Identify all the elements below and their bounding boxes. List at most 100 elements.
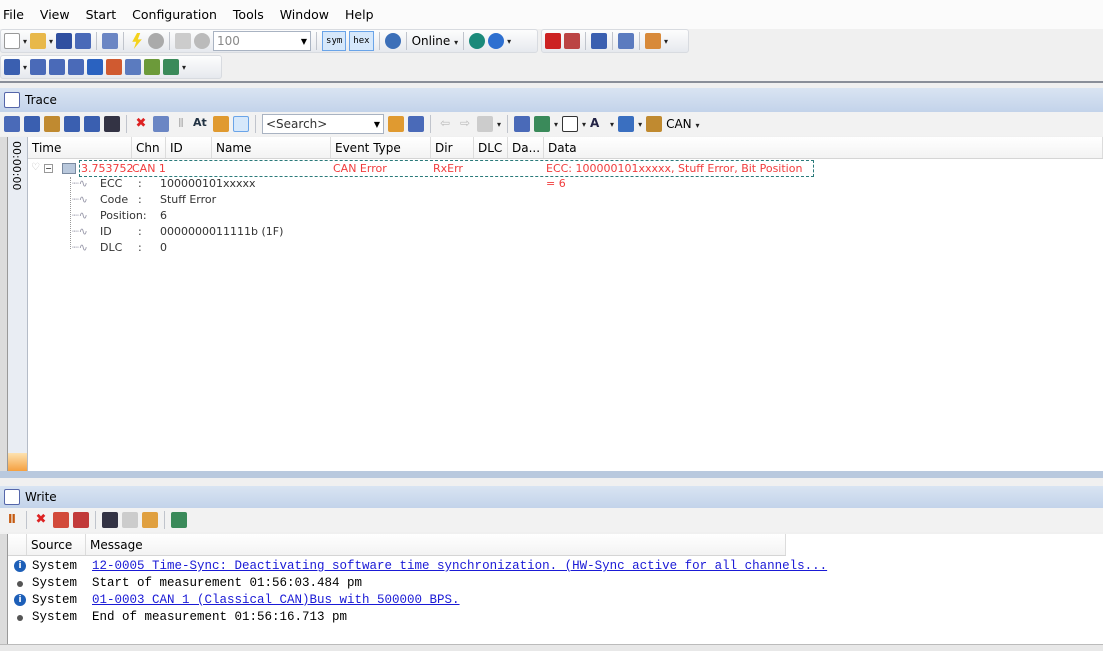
filter-icon[interactable] <box>64 116 80 132</box>
stop-icon[interactable] <box>148 33 165 49</box>
step-icon[interactable] <box>175 33 192 49</box>
menu-help[interactable]: Help <box>342 7 381 22</box>
collapse-icon[interactable]: − <box>44 164 53 173</box>
col-dlc[interactable]: DLC <box>474 137 508 158</box>
pane-splitter[interactable] <box>0 471 1103 478</box>
menu-start[interactable]: Start <box>83 7 124 22</box>
menu-view[interactable]: View <box>37 7 77 22</box>
detail-view-icon[interactable] <box>4 116 20 132</box>
marker-icon[interactable] <box>477 116 493 132</box>
col-message[interactable]: Message <box>86 534 786 555</box>
export-icon[interactable] <box>534 116 551 132</box>
col-chn[interactable]: Chn <box>132 137 166 158</box>
layout-icon[interactable] <box>514 116 531 132</box>
menu-configuration[interactable]: Configuration <box>129 7 224 22</box>
filter-remove-icon[interactable] <box>84 116 100 132</box>
break-icon[interactable] <box>194 33 211 49</box>
trace-window-icon[interactable] <box>30 59 47 75</box>
col-time[interactable]: Time <box>28 137 132 158</box>
save-as-icon[interactable] <box>75 33 92 49</box>
write-row[interactable]: System End of measurement 01:56:16.713 pm <box>8 610 1103 627</box>
edit-icon[interactable] <box>618 33 634 49</box>
col-event-type[interactable]: Event Type <box>331 137 431 158</box>
window-icon[interactable] <box>618 116 635 132</box>
menu-file[interactable]: File <box>0 7 31 22</box>
sym-toggle[interactable]: sym <box>322 31 347 51</box>
horizontal-scrollbar[interactable] <box>0 644 1103 651</box>
search-input[interactable]: <Search> ▼ <box>262 114 384 134</box>
graphics-window-icon[interactable] <box>49 59 66 75</box>
clear-icon[interactable]: ✖ <box>33 512 49 528</box>
col-data-length[interactable]: Da... <box>508 137 544 158</box>
panel-icon[interactable] <box>591 33 607 49</box>
pause-icon[interactable]: Ⅱ <box>173 116 189 132</box>
left-splitter[interactable] <box>0 137 8 471</box>
chronological-icon[interactable] <box>24 116 40 132</box>
data-window-icon[interactable] <box>125 59 142 75</box>
col-id[interactable]: ID <box>166 137 212 158</box>
configuration-icon[interactable] <box>102 33 119 49</box>
info-icon[interactable] <box>469 33 486 49</box>
can-filter-icon[interactable] <box>646 116 663 132</box>
trace-row[interactable]: ♡ − 3.753752 CAN 1 CAN Error RxErr ECC: … <box>28 160 814 190</box>
clear-page-icon[interactable] <box>53 512 69 528</box>
row-message-link[interactable]: 12-0005 Time-Sync: Deactivating software… <box>92 559 827 573</box>
autoscroll-icon[interactable] <box>213 116 229 132</box>
timeline-position-marker[interactable] <box>8 453 27 471</box>
scroll-icon[interactable] <box>44 116 60 132</box>
timeline-strip[interactable]: 00:00:00 <box>8 137 28 471</box>
hex-toggle[interactable]: hex <box>349 31 374 51</box>
time-mode-icon[interactable]: At <box>193 116 209 132</box>
tree-line <box>70 177 71 249</box>
can-filter-button[interactable]: CAN ▾ <box>666 117 699 131</box>
find-icon[interactable] <box>102 512 118 528</box>
font-size-icon[interactable]: A <box>590 116 606 132</box>
clear-filter-icon[interactable] <box>153 116 169 132</box>
write-left-splitter[interactable] <box>0 534 8 644</box>
bus-statistics-icon[interactable] <box>87 59 104 75</box>
pause-icon[interactable]: Ⅱ <box>4 512 20 528</box>
copy-icon[interactable] <box>645 33 661 49</box>
bookmark-icon[interactable]: ♡ <box>31 162 40 173</box>
menu-window[interactable]: Window <box>277 7 336 22</box>
measurement-setup-icon[interactable] <box>4 59 20 75</box>
find-icon[interactable] <box>104 116 120 132</box>
network-icon[interactable] <box>163 59 180 75</box>
sync-icon[interactable] <box>384 33 401 49</box>
online-button[interactable]: Online ▾ <box>412 34 459 48</box>
col-dir[interactable]: Dir <box>431 137 474 158</box>
info-icon: i <box>14 594 26 606</box>
filter-tool-icon[interactable] <box>545 33 561 49</box>
col-source[interactable]: Source <box>27 534 86 555</box>
filter-toggle-icon[interactable] <box>233 116 249 132</box>
open-icon[interactable] <box>30 33 47 49</box>
clear-all-icon[interactable] <box>73 512 89 528</box>
write-row[interactable]: i System 01-0003 CAN 1 (Classical CAN)Bus … <box>8 593 1103 610</box>
col-name[interactable]: Name <box>212 137 331 158</box>
copy-icon[interactable] <box>122 512 138 528</box>
new-icon[interactable] <box>4 33 20 49</box>
animation-factor-combo[interactable]: 100 ▼ <box>213 31 312 51</box>
row-message-link[interactable]: 01-0003 CAN 1 (Classical CAN)Bus with 50… <box>92 593 460 607</box>
columns-icon[interactable] <box>562 116 579 132</box>
write-row[interactable]: System Start of measurement 01:56:03.484 … <box>8 576 1103 593</box>
save-icon[interactable] <box>56 33 73 49</box>
find-previous-icon[interactable] <box>388 116 404 132</box>
divider <box>0 81 1103 83</box>
statistics-window-icon[interactable] <box>68 59 85 75</box>
col-data[interactable]: Data <box>544 137 1103 158</box>
state-tracker-icon[interactable] <box>106 59 123 75</box>
paste-icon[interactable] <box>142 512 158 528</box>
symbol-explorer-icon[interactable] <box>144 59 161 75</box>
row-source: System <box>32 559 78 573</box>
back-icon[interactable]: ⇦ <box>437 116 453 132</box>
export-icon[interactable] <box>171 512 187 528</box>
forward-icon[interactable]: ⇨ <box>457 116 473 132</box>
clear-icon[interactable]: ✖ <box>133 116 149 132</box>
write-row[interactable]: i System 12-0005 Time-Sync: Deactivating s… <box>8 559 1103 576</box>
help-icon[interactable] <box>488 33 505 49</box>
start-lightning-icon[interactable] <box>132 33 142 49</box>
menu-tools[interactable]: Tools <box>230 7 271 22</box>
find-next-icon[interactable] <box>408 116 424 132</box>
stop-filter-icon[interactable] <box>564 33 580 49</box>
